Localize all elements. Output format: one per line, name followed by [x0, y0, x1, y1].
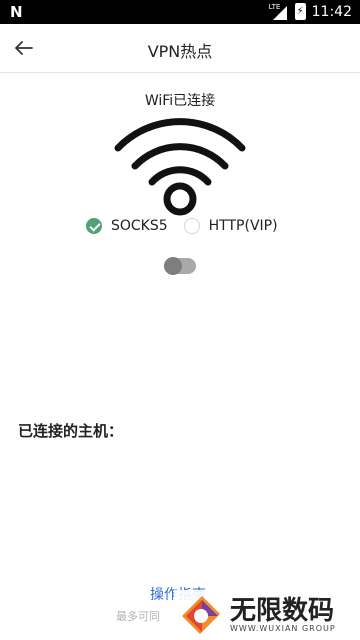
wifi-icon[interactable] [110, 116, 250, 220]
page-title: VPN热点 [147, 42, 213, 61]
http-vip-option[interactable]: HTTP(VIP) [183, 218, 278, 234]
unchecked-radio-icon[interactable] [183, 218, 200, 234]
app-bar: VPN热点 [0, 24, 360, 73]
notification-n-icon: N [10, 3, 23, 21]
wuxian-logo-icon [182, 596, 220, 634]
socks5-option[interactable]: SOCKS5 [86, 218, 168, 234]
watermark-brand-cn: 无限数码 [230, 595, 335, 626]
hotspot-toggle[interactable] [164, 257, 196, 275]
watermark: 无限数码 WWW.WUXIAN GROUP [174, 590, 360, 640]
signal-icon: LTE [268, 2, 289, 20]
battery-icon: ⚡ [294, 3, 306, 20]
protocol-selector: SOCKS5 HTTP(VIP) [86, 218, 278, 234]
toggle-knob [164, 257, 182, 275]
status-icons: LTE ⚡ 11:42 [269, 3, 352, 20]
lte-label: LTE [268, 2, 281, 11]
wifi-status-text: WiFi已连接 [144, 93, 216, 109]
checked-radio-icon[interactable] [86, 218, 102, 234]
status-bar: N LTE ⚡ 11:42 [0, 0, 360, 24]
max-hint-text: 最多可同 [116, 610, 160, 623]
clock: 11:42 [311, 3, 352, 20]
watermark-brand-en: WWW.WUXIAN GROUP [230, 623, 336, 633]
socks5-label: SOCKS5 [111, 218, 168, 234]
http-vip-label: HTTP(VIP) [208, 218, 278, 234]
connected-hosts-heading: 已连接的主机： [18, 422, 124, 440]
